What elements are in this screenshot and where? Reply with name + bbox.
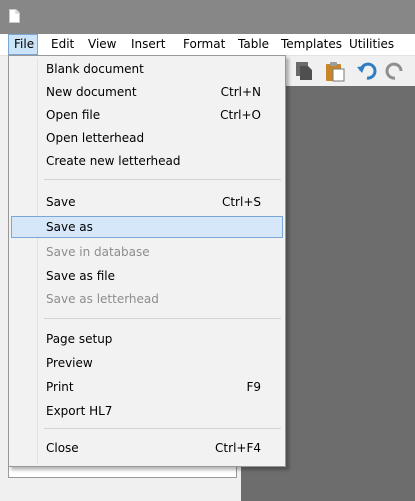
- title-bar: [0, 0, 415, 34]
- menu-view[interactable]: View: [88, 34, 116, 55]
- menu-item-blank-document[interactable]: Blank document: [11, 58, 283, 80]
- menu-file[interactable]: File: [8, 34, 38, 55]
- menu-item-page-setup[interactable]: Page setup: [11, 328, 283, 350]
- menu-item-save-as-letterhead: Save as letterhead: [46, 292, 159, 306]
- menu-format[interactable]: Format: [183, 34, 225, 55]
- menu-item-save-as-file[interactable]: Save as file: [11, 265, 283, 287]
- menu-edit[interactable]: Edit: [51, 34, 74, 55]
- menu-item-save-as[interactable]: Save as: [11, 216, 283, 238]
- menu-separator: [44, 428, 281, 429]
- menu-item-preview[interactable]: Preview: [11, 352, 283, 374]
- menu-item-save-in-database: Save in database: [46, 245, 150, 259]
- menu-item-print[interactable]: Print F9: [11, 376, 283, 398]
- menu-separator: [44, 318, 281, 319]
- menu-item-export-hl7[interactable]: Export HL7: [11, 400, 283, 422]
- undo-icon[interactable]: [356, 60, 378, 82]
- menu-bar: File Edit View Insert Format Table Templ…: [0, 34, 415, 56]
- document-icon[interactable]: [9, 9, 20, 23]
- menu-item-open-file[interactable]: Open file Ctrl+O: [11, 104, 283, 126]
- menu-item-save[interactable]: Save Ctrl+S: [11, 191, 283, 213]
- menu-item-create-new-letterhead[interactable]: Create new letterhead: [11, 150, 283, 172]
- redo-icon[interactable]: [384, 60, 406, 82]
- menu-item-new-document[interactable]: New document Ctrl+N: [11, 81, 283, 103]
- menu-item-close[interactable]: Close Ctrl+F4: [11, 437, 283, 459]
- file-menu-dropdown: Blank document New document Ctrl+N Open f…: [8, 55, 286, 467]
- menu-item-open-letterhead[interactable]: Open letterhead: [11, 127, 283, 149]
- menu-separator: [44, 179, 281, 180]
- menu-templates[interactable]: Templates: [281, 34, 342, 55]
- menu-utilities[interactable]: Utilities: [349, 34, 394, 55]
- menu-insert[interactable]: Insert: [131, 34, 165, 55]
- menu-table[interactable]: Table: [238, 34, 269, 55]
- paste-icon[interactable]: [324, 60, 346, 82]
- copy-icon[interactable]: [293, 60, 315, 82]
